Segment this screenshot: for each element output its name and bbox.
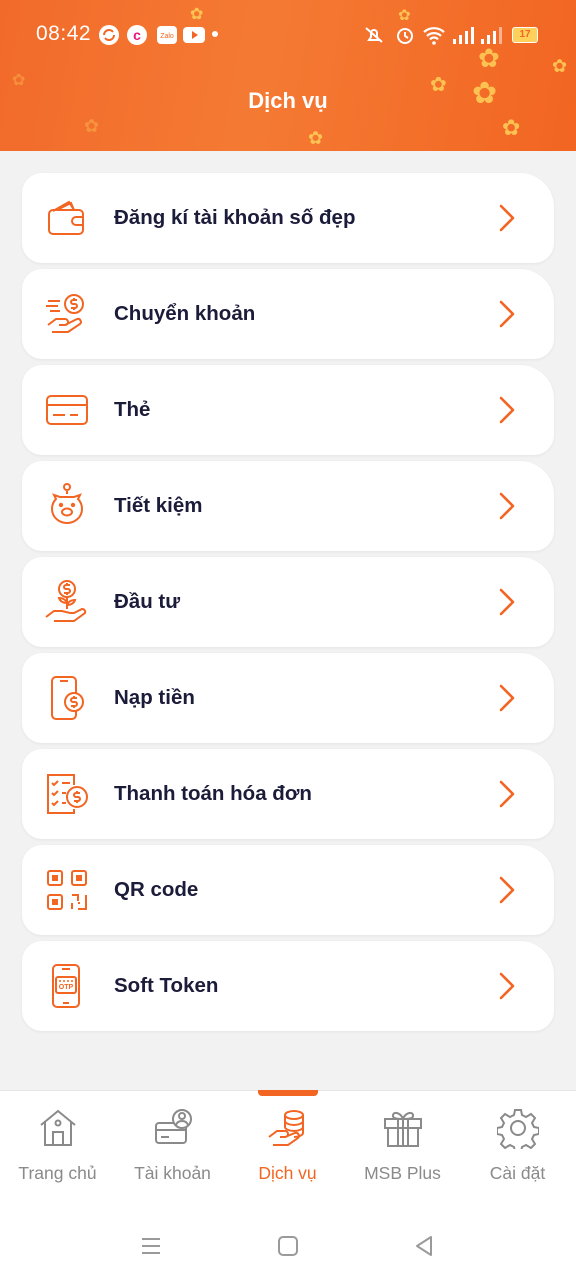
service-item-investment[interactable]: Đầu tư	[22, 557, 554, 647]
service-label: Nạp tiền	[114, 686, 195, 709]
svg-text:c: c	[133, 27, 141, 43]
phone-topup-icon	[51, 676, 84, 720]
chevron-right-icon	[499, 492, 515, 520]
mute-icon	[365, 27, 383, 43]
service-item-soft-token[interactable]: OTP Soft Token	[22, 941, 554, 1031]
c-app-icon: c	[127, 25, 147, 45]
nav-services[interactable]: Dịch vụ	[230, 1091, 345, 1201]
active-tab-indicator	[258, 1090, 318, 1096]
service-item-bill-payment[interactable]: Thanh toán hóa đơn	[22, 749, 554, 839]
service-item-topup[interactable]: Nạp tiền	[22, 653, 554, 743]
nav-label: Dịch vụ	[258, 1163, 317, 1183]
chevron-right-icon	[499, 396, 515, 424]
service-label: Thẻ	[114, 398, 151, 421]
otp-token-icon: OTP	[52, 964, 80, 1008]
alarm-icon	[397, 28, 413, 44]
settings-icon	[497, 1109, 539, 1149]
flower-decoration-icon: ✿	[12, 70, 26, 89]
flower-decoration-icon: ✿	[502, 116, 521, 141]
nav-settings[interactable]: Cài đặt	[460, 1091, 575, 1201]
nav-home[interactable]: Trang chủ	[0, 1091, 115, 1201]
account-icon	[155, 1109, 192, 1144]
status-bar: 08:42 c Zalo 17	[0, 0, 576, 70]
signal-icon	[481, 27, 502, 44]
header: ✿ ✿ ✿ ✿ ✿ ✿ ✿ ✿ ✿ ✿ 08:42 c Zalo 17 Dịch…	[0, 0, 576, 151]
chevron-right-icon	[499, 300, 515, 328]
wallet-icon	[48, 200, 84, 235]
service-label: Thanh toán hóa đơn	[114, 782, 312, 805]
nav-label: Cài đặt	[489, 1163, 546, 1183]
chevron-right-icon	[499, 588, 515, 616]
status-time: 08:42	[36, 22, 92, 45]
wifi-icon	[423, 27, 445, 45]
chevron-right-icon	[499, 972, 515, 1000]
svg-text:Zalo: Zalo	[160, 33, 174, 40]
gift-icon	[384, 1111, 422, 1147]
service-label: Chuyển khoản	[114, 302, 256, 325]
nav-account[interactable]: Tài khoản	[115, 1091, 230, 1201]
money-transfer-icon	[46, 294, 84, 333]
nav-label: Tài khoản	[134, 1163, 211, 1183]
chevron-right-icon	[499, 876, 515, 904]
service-item-qr-code[interactable]: QR code	[22, 845, 554, 935]
battery-level: 17	[519, 29, 531, 40]
services-icon	[268, 1110, 304, 1146]
service-label: Soft Token	[114, 974, 219, 997]
qr-code-icon	[47, 870, 87, 910]
investment-icon	[45, 580, 87, 622]
battery-icon: 17	[512, 27, 538, 43]
nav-label: Trang chủ	[18, 1163, 97, 1183]
service-label: QR code	[114, 878, 199, 901]
flower-decoration-icon: ✿	[308, 128, 324, 149]
zalo-icon: Zalo	[157, 26, 177, 44]
sync-icon	[99, 25, 119, 45]
service-item-transfer[interactable]: Chuyển khoản	[22, 269, 554, 359]
home-square-icon[interactable]	[277, 1235, 299, 1257]
signal-icon	[453, 27, 474, 44]
card-icon	[46, 395, 88, 425]
service-item-vanity-account[interactable]: Đăng kí tài khoản số đẹp	[22, 173, 554, 263]
piggy-bank-icon	[50, 483, 84, 525]
home-icon	[40, 1109, 76, 1146]
chevron-right-icon	[499, 780, 515, 808]
service-item-card[interactable]: Thẻ	[22, 365, 554, 455]
dot-icon	[212, 31, 218, 37]
bill-payment-icon	[47, 774, 88, 814]
service-label: Đăng kí tài khoản số đẹp	[114, 206, 356, 229]
nav-label: MSB Plus	[364, 1163, 441, 1183]
back-icon[interactable]	[413, 1235, 435, 1257]
svg-text:OTP: OTP	[59, 984, 74, 991]
service-label: Tiết kiệm	[114, 494, 203, 517]
chevron-right-icon	[499, 204, 515, 232]
menu-icon[interactable]	[140, 1235, 162, 1257]
page-title: Dịch vụ	[248, 88, 328, 113]
youtube-icon	[183, 27, 205, 43]
service-label: Đầu tư	[114, 590, 181, 613]
flower-decoration-icon: ✿	[84, 116, 100, 137]
chevron-right-icon	[499, 684, 515, 712]
service-item-savings[interactable]: Tiết kiệm	[22, 461, 554, 551]
nav-msb-plus[interactable]: MSB Plus	[345, 1091, 460, 1201]
bottom-navigation: Trang chủ Tài khoản Dịch vụ MSB Plus Cài…	[0, 1090, 576, 1281]
